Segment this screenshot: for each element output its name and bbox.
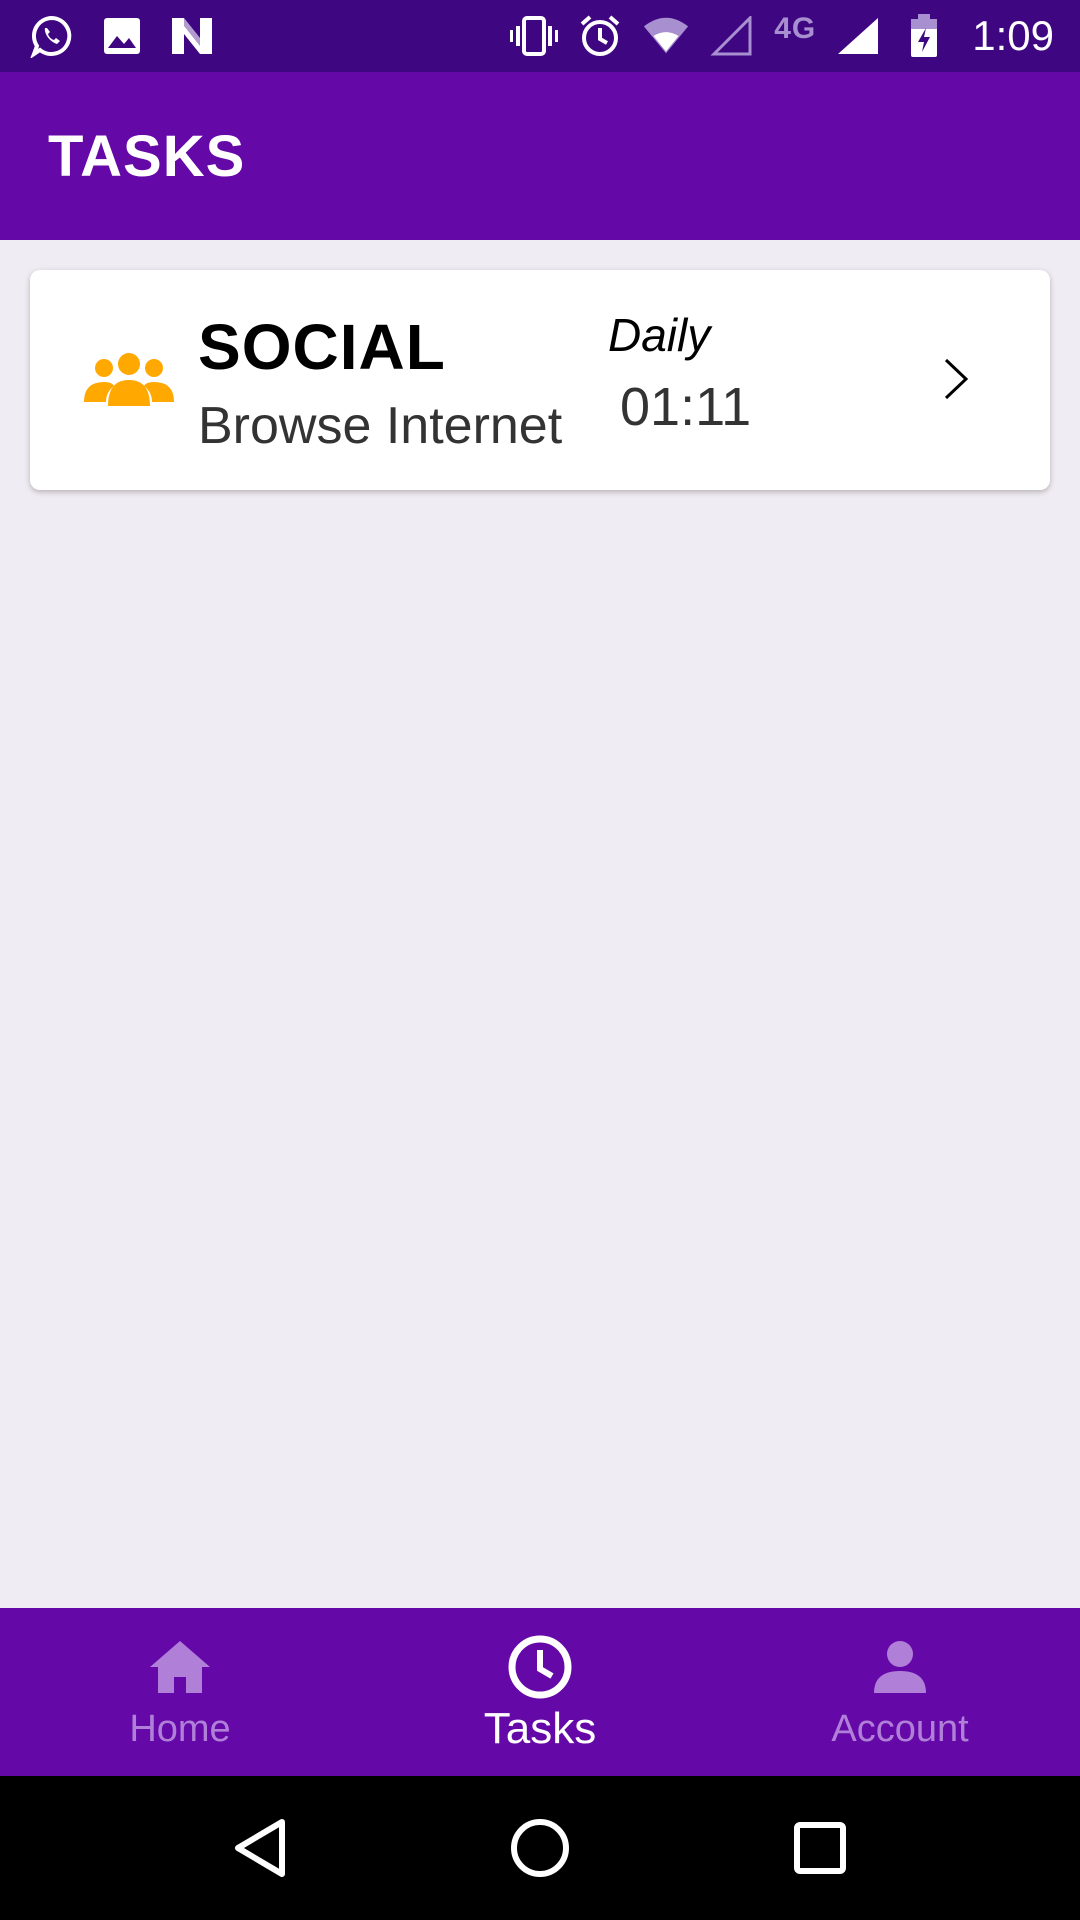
status-bar-left	[28, 12, 238, 60]
whatsapp-icon	[28, 12, 76, 60]
chevron-right-icon[interactable]	[930, 354, 980, 404]
battery-charging-icon	[900, 12, 948, 60]
screen: 4G 1:09 TASKS SOCIAL Browse Internet Dai…	[0, 0, 1080, 1920]
back-icon[interactable]	[215, 1803, 305, 1893]
home-circle-icon[interactable]	[495, 1803, 585, 1893]
person-icon	[865, 1632, 935, 1702]
home-icon	[145, 1632, 215, 1702]
nav-item-home[interactable]: Home	[0, 1608, 360, 1776]
app-bar: TASKS	[0, 72, 1080, 240]
bottom-navigation: Home Tasks Account	[0, 1608, 1080, 1776]
wifi-icon	[642, 12, 690, 60]
status-time: 1:09	[972, 12, 1054, 59]
clock-icon	[505, 1632, 575, 1702]
image-icon	[98, 12, 146, 60]
task-time: 01:11	[620, 377, 752, 437]
group-icon	[84, 350, 174, 410]
nav-label-tasks: Tasks	[483, 1704, 597, 1753]
task-category: SOCIAL	[198, 311, 446, 383]
signal-full-icon	[834, 12, 882, 60]
status-bar: 4G 1:09	[0, 0, 1080, 72]
nav-label-account: Account	[831, 1708, 969, 1750]
task-name: Browse Internet	[198, 397, 563, 455]
network-type-label: 4G	[774, 12, 817, 45]
task-card[interactable]: SOCIAL Browse Internet Daily 01:11	[30, 270, 1050, 490]
alarm-icon	[576, 12, 624, 60]
nav-item-account[interactable]: Account	[720, 1608, 1080, 1776]
n-app-icon	[168, 12, 216, 60]
vibrate-icon	[510, 12, 559, 60]
recents-icon[interactable]	[775, 1803, 865, 1893]
nav-label-home: Home	[129, 1708, 231, 1750]
nav-item-tasks[interactable]: Tasks	[360, 1608, 720, 1776]
system-navigation-bar	[0, 1776, 1080, 1920]
page-title: TASKS	[48, 123, 246, 189]
signal-empty-icon	[708, 12, 756, 60]
task-frequency: Daily	[608, 309, 711, 361]
status-bar-right: 4G 1:09	[492, 12, 1054, 60]
